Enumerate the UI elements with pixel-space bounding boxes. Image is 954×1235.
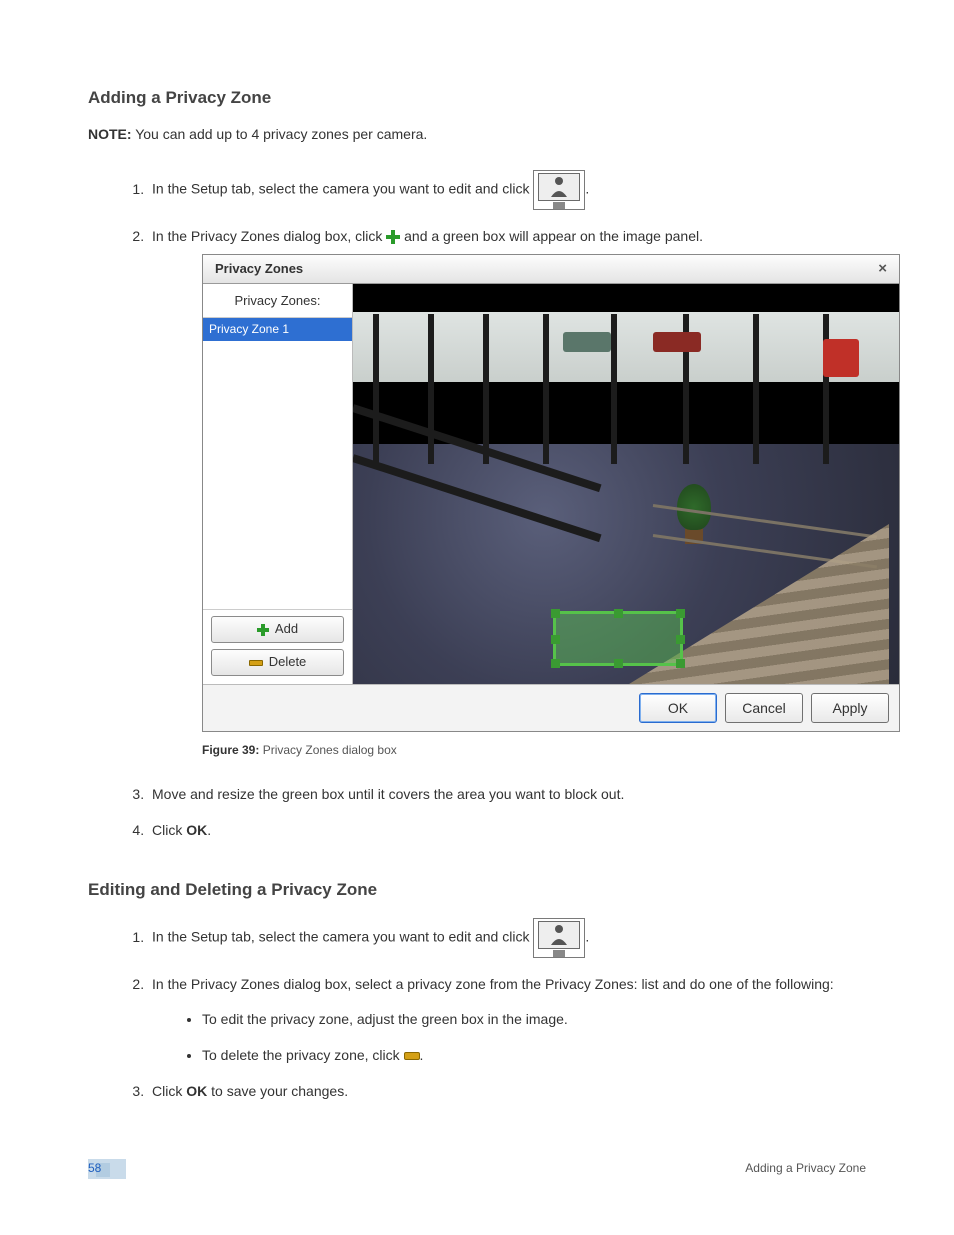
step-2-text-a: In the Privacy Zones dialog box, click — [152, 228, 386, 244]
dialog-sidebar: Privacy Zones: Privacy Zone 1 Add — [203, 284, 353, 684]
edit-step-1-text-a: In the Setup tab, select the camera you … — [152, 929, 533, 945]
step-4: Click OK. — [148, 820, 866, 840]
page-footer: 58 Adding a Privacy Zone — [88, 1161, 866, 1175]
edit-step-3-text-a: Click — [152, 1083, 186, 1099]
edit-sub-2-text-a: To delete the privacy zone, click — [202, 1047, 404, 1063]
delete-button-label: Delete — [269, 653, 307, 672]
steps-list-1: In the Setup tab, select the camera you … — [148, 170, 866, 840]
edit-sub-2-text-b: . — [420, 1047, 424, 1063]
ok-button[interactable]: OK — [639, 693, 717, 723]
delete-zone-button[interactable]: Delete — [211, 649, 344, 676]
edit-step-1: In the Setup tab, select the camera you … — [148, 918, 866, 958]
step-1-text-a: In the Setup tab, select the camera you … — [152, 181, 533, 197]
figure-caption-text: Privacy Zones dialog box — [259, 743, 396, 757]
add-zone-button[interactable]: Add — [211, 616, 344, 643]
step-1-text-b: . — [585, 181, 589, 197]
edit-step-2-text: In the Privacy Zones dialog box, select … — [152, 976, 834, 992]
heading-adding-privacy-zone: Adding a Privacy Zone — [88, 88, 866, 108]
zone-list-item[interactable]: Privacy Zone 1 — [203, 318, 352, 341]
note-text: You can add up to 4 privacy zones per ca… — [132, 126, 428, 142]
step-2-text-b: and a green box will appear on the image… — [404, 228, 703, 244]
camera-image-panel[interactable] — [353, 284, 899, 684]
dialog-titlebar: Privacy Zones × — [203, 255, 899, 284]
edit-step-2: In the Privacy Zones dialog box, select … — [148, 974, 866, 1065]
edit-sub-2: To delete the privacy zone, click . — [202, 1045, 866, 1065]
dialog-title-text: Privacy Zones — [215, 260, 303, 279]
steps-list-2: In the Setup tab, select the camera you … — [148, 918, 866, 1101]
dialog-close-button[interactable]: × — [874, 258, 891, 280]
note-label: NOTE: — [88, 126, 132, 142]
heading-editing-deleting: Editing and Deleting a Privacy Zone — [88, 880, 866, 900]
privacy-zone-tool-icon — [533, 170, 585, 210]
edit-sub-1: To edit the privacy zone, adjust the gre… — [202, 1009, 866, 1029]
figure-caption: Figure 39: Privacy Zones dialog box — [202, 742, 866, 759]
step-4-ok: OK — [186, 822, 207, 838]
add-plus-icon — [386, 230, 400, 244]
step-4-text-a: Click — [152, 822, 186, 838]
add-plus-icon — [257, 624, 269, 636]
figure-label: Figure 39: — [202, 743, 259, 757]
step-1: In the Setup tab, select the camera you … — [148, 170, 866, 210]
edit-step-3-ok: OK — [186, 1083, 207, 1099]
privacy-zone-overlay[interactable] — [553, 611, 683, 666]
privacy-zone-tool-icon — [533, 918, 585, 958]
add-button-label: Add — [275, 620, 298, 639]
step-2: In the Privacy Zones dialog box, click a… — [148, 226, 866, 760]
delete-minus-icon — [249, 660, 263, 666]
edit-step-2-sublist: To edit the privacy zone, adjust the gre… — [202, 1009, 866, 1066]
zone-list[interactable]: Privacy Zone 1 — [203, 317, 352, 610]
note-paragraph: NOTE: You can add up to 4 privacy zones … — [88, 126, 866, 142]
edit-step-3: Click OK to save your changes. — [148, 1081, 866, 1101]
apply-button[interactable]: Apply — [811, 693, 889, 723]
step-3: Move and resize the green box until it c… — [148, 784, 866, 804]
zone-list-header: Privacy Zones: — [203, 284, 352, 317]
footer-section-label: Adding a Privacy Zone — [745, 1161, 866, 1175]
delete-minus-icon — [404, 1052, 420, 1060]
page-number: 58 — [88, 1161, 101, 1175]
step-4-text-c: . — [207, 822, 211, 838]
edit-step-3-text-c: to save your changes. — [207, 1083, 348, 1099]
cancel-button[interactable]: Cancel — [725, 693, 803, 723]
privacy-zones-dialog: Privacy Zones × Privacy Zones: Privacy Z… — [202, 254, 900, 732]
edit-step-1-text-b: . — [585, 929, 589, 945]
dialog-footer: OK Cancel Apply — [203, 684, 899, 731]
